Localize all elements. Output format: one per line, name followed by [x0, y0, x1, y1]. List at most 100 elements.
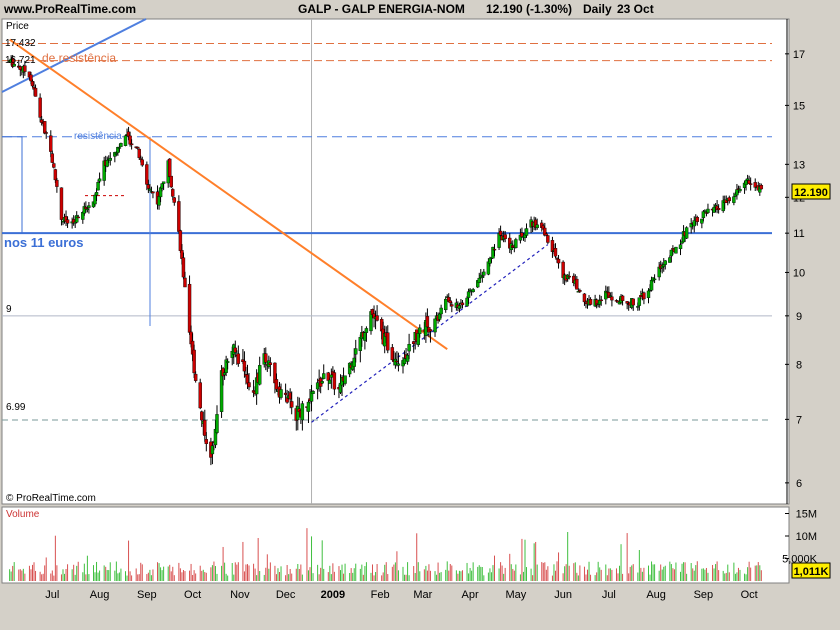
price-tick-label: 6	[796, 478, 802, 490]
price-chart: www.ProRealTime.com GALP - GALP ENERGIA-…	[1, 2, 831, 601]
site-label: www.ProRealTime.com	[3, 2, 136, 16]
candle-body	[320, 381, 324, 384]
time-tick-label: 2009	[321, 589, 345, 601]
time-tick-label: Jul	[602, 589, 616, 601]
candle-body	[343, 375, 347, 384]
candle-body	[396, 363, 401, 366]
candle-body	[97, 178, 102, 182]
candle-body	[354, 348, 358, 355]
candle-body	[439, 307, 443, 315]
candle-body	[706, 208, 710, 213]
candle-body	[425, 316, 430, 328]
candle-body	[482, 271, 486, 276]
candle-body	[738, 188, 742, 192]
candle-body	[332, 372, 337, 390]
candle-body	[225, 361, 230, 363]
candle-body	[290, 401, 294, 408]
candle-body	[716, 207, 721, 210]
candle-body	[364, 328, 369, 333]
price-tick-label: 11	[793, 228, 804, 240]
date-label: 23 Oct	[617, 2, 654, 16]
candle-body	[52, 163, 56, 168]
candle-body	[187, 283, 192, 333]
candle-body	[198, 382, 202, 409]
candle-body	[524, 228, 529, 236]
candle-body	[477, 277, 481, 283]
price-tick-label: 10	[793, 267, 805, 279]
volume-tick-label: 10M	[796, 531, 817, 543]
candle-body	[247, 382, 251, 388]
candle-body	[108, 157, 112, 161]
candle-body	[450, 304, 454, 307]
candle-body	[471, 289, 475, 293]
candle-body	[117, 147, 122, 149]
annotation-9: 9	[6, 304, 12, 315]
candle-body	[642, 292, 646, 300]
annotation-resistance: de resistência	[42, 51, 116, 65]
candle-body	[759, 185, 764, 190]
candle-body	[375, 315, 379, 321]
candle-body	[695, 217, 699, 222]
candle-body	[428, 329, 433, 332]
volume-tick-label: 15M	[796, 509, 817, 521]
time-tick-label: Jul	[45, 589, 59, 601]
time-tick-label: Dec	[276, 589, 296, 601]
candle-body	[444, 298, 448, 311]
candle-body	[59, 187, 64, 220]
candle-body	[215, 414, 219, 433]
candle-body	[49, 135, 53, 152]
candle-body	[96, 182, 100, 191]
candle-body	[151, 191, 155, 194]
time-axis: Jul Aug Sep Oct Nov Dec 2009 Feb Mar Apr May Jun Jul…	[45, 589, 757, 601]
time-tick-label: Sep	[694, 589, 714, 601]
candle-body	[169, 175, 173, 188]
candle-body	[236, 353, 241, 364]
candle-body	[204, 439, 209, 444]
candle-body	[407, 344, 411, 352]
candle-body	[567, 275, 571, 278]
candle-body	[76, 216, 80, 219]
candle-body	[620, 295, 625, 301]
candle-body	[23, 65, 27, 72]
candle-body	[433, 318, 437, 333]
candle-body	[300, 403, 305, 421]
volume-panel-label: Volume	[6, 509, 40, 520]
price-panel-label: Price	[6, 21, 29, 32]
time-tick-label: Aug	[646, 589, 666, 601]
time-tick-label: Feb	[371, 589, 390, 601]
candle-body	[652, 278, 657, 281]
candle-body	[264, 353, 268, 363]
candle-body	[732, 196, 736, 203]
candle-body	[193, 373, 198, 381]
candle-body	[279, 389, 283, 398]
price-tick-label: 13	[793, 159, 805, 171]
candle-body	[575, 278, 579, 290]
candle-body	[257, 365, 262, 385]
time-tick-label: Apr	[462, 589, 479, 601]
candle-body	[161, 181, 166, 184]
candle-body	[514, 239, 518, 248]
candle-body	[386, 332, 390, 351]
time-tick-label: Jun	[554, 589, 572, 601]
time-tick-label: May	[505, 589, 526, 601]
copyright-label: © ProRealTime.com	[6, 493, 96, 504]
candle-body	[177, 201, 181, 232]
candle-body	[55, 179, 59, 187]
candle-body	[38, 97, 42, 118]
candle-body	[753, 182, 757, 188]
candle-body	[460, 302, 465, 306]
candle-body	[544, 233, 549, 236]
price-tick-label: 8	[796, 359, 802, 371]
candle-body	[123, 135, 128, 146]
price-tick-label: 15	[793, 100, 805, 112]
candle-body	[503, 234, 507, 239]
candle-body	[663, 260, 667, 265]
time-tick-label: Oct	[184, 589, 201, 601]
candle-body	[171, 189, 175, 197]
candle-body	[535, 224, 539, 229]
last-price-change: 12.190 (-1.30%)	[486, 2, 572, 16]
price-tick-label: 9	[796, 311, 802, 323]
candle-body	[129, 143, 134, 146]
candle-body	[684, 227, 689, 239]
period-label: Daily	[583, 2, 612, 16]
